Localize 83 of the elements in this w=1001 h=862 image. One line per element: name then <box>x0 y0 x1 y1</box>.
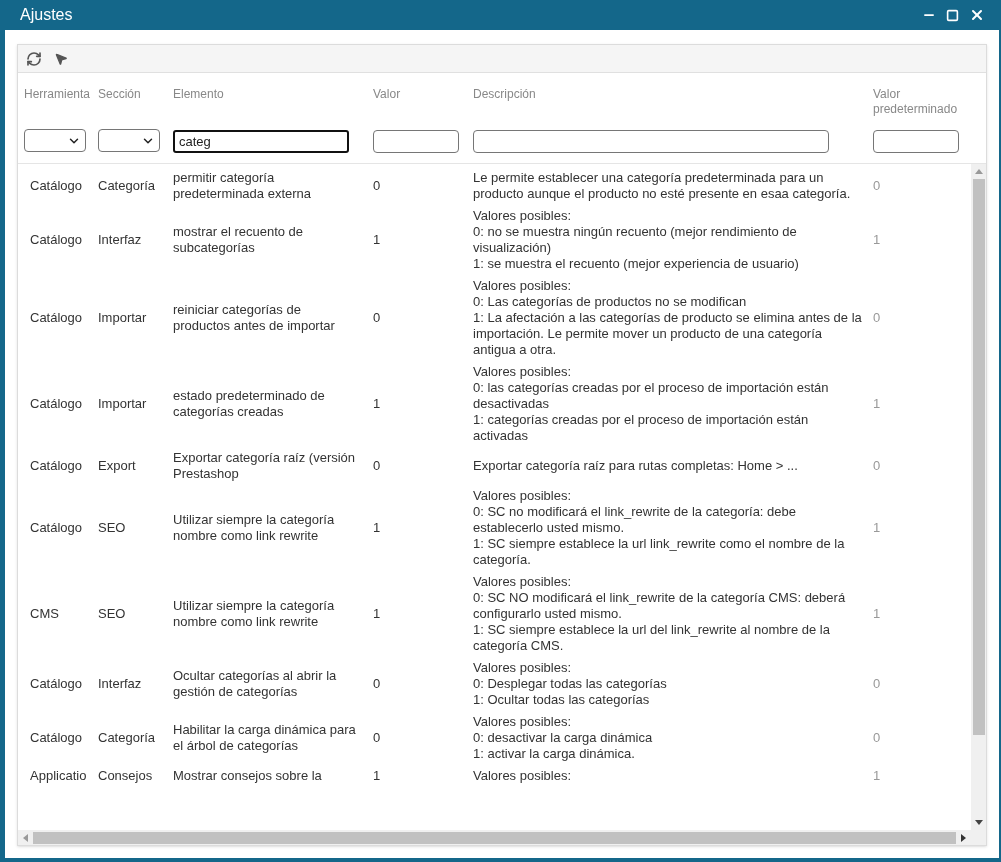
table-cell-text: Categoría <box>98 730 157 746</box>
table-cell-text: 0 <box>373 178 382 194</box>
filter-field[interactable] <box>373 130 459 153</box>
table-cell-text: SEO <box>98 606 127 622</box>
table-cell-text: Valores posibles: 0: Desplegar todas las categorías 1: Ocultar todas las categorías <box>473 660 668 708</box>
table-cell-text: Catálogo <box>29 232 84 248</box>
table-cell-text: Valores posibles: 0: SC NO modificará el link_rewrite de la categoría CMS: deberá configurarlo usted mismo. 1: SC siempre establece la url del link_rewrite al nombre de la categoría CMS. <box>473 574 847 654</box>
table-cell-text: 1 <box>373 232 382 248</box>
table-cell-text: Valores posibles: 0: SC no modificará el link_rewrite de la categoría: debe establecerlo usted mismo. 1: SC siempre establece la url link_rewrite como el nombre de la categoría. <box>473 488 846 568</box>
table-cell-text: Valores posibles: 0: desactivar la carga dinámica 1: activar la carga dinámica. <box>473 714 654 762</box>
table-cell-text: Valores posibles: 0: las categorías creadas por el proceso de importación están desactivadas 1: categorías creadas por el proceso de importación están activadas <box>473 364 830 444</box>
pointer-icon[interactable] <box>54 51 68 66</box>
window-title: Ajustes <box>20 5 73 25</box>
table-cell-text: 0 <box>373 676 382 692</box>
filter-dropdown[interactable] <box>24 129 86 152</box>
table-cell-text: 0 <box>873 178 882 194</box>
table-cell-text: 1 <box>373 520 382 536</box>
column-header[interactable]: Herramienta <box>24 87 91 102</box>
table-cell-text: Utilizar siempre la categoría nombre como link rewrite <box>173 598 336 630</box>
vertical-scrollbar[interactable] <box>971 164 986 830</box>
table-cell-text: Catálogo <box>29 730 84 746</box>
table-cell-text: Le permite establecer una categoría predeterminada para un producto aunque el producto no esté presente en esaa categoría. <box>473 170 852 202</box>
table-cell-text: Mostrar consejos sobre la <box>173 768 323 784</box>
column-header[interactable]: Descripción <box>473 87 536 102</box>
table-cell-text: 1 <box>873 768 882 784</box>
table-cell-text: Consejos <box>98 768 154 784</box>
table-cell-text: Catálogo <box>29 520 84 536</box>
table-cell-text: 1 <box>873 232 882 248</box>
table-cell-text: 0 <box>873 310 882 326</box>
table-cell-text: Catálogo <box>29 458 84 474</box>
table-cell-text: reiniciar categorías de productos antes de importar <box>173 302 336 334</box>
scroll-up-arrow-icon[interactable] <box>974 169 983 174</box>
table-cell-text: Ocultar categorías al abrir la gestión de categorías <box>173 668 338 700</box>
table-cell-text: Applicatio <box>29 768 88 784</box>
table-cell-text: 1 <box>873 606 882 622</box>
refresh-icon[interactable] <box>26 50 42 67</box>
table-cell-text: Habilitar la carga dinámica para el árbol de categorías <box>173 722 357 754</box>
column-header[interactable]: Elemento <box>173 87 224 102</box>
maximize-icon[interactable] <box>946 8 959 22</box>
table-cell-text: 0 <box>373 730 382 746</box>
filter-field[interactable] <box>473 130 829 153</box>
table-cell-text: Importar <box>98 396 148 412</box>
table-cell-text: 0 <box>373 458 382 474</box>
table-cell-text: 1 <box>373 396 382 412</box>
table-cell-text: Exportar categoría raíz para rutas completas: Home > ... <box>473 458 799 474</box>
table-cell-text: Catálogo <box>29 676 84 692</box>
scroll-right-arrow-icon[interactable] <box>961 833 966 842</box>
table-cell-text: Interfaz <box>98 232 143 248</box>
filter-field[interactable]: categ <box>173 130 349 153</box>
table-cell-text: Valores posibles: 0: no se muestra ningún recuento (mejor rendimiento de visualización) 1: se muestra el recuento (mejor experiencia de usuario) <box>473 208 800 272</box>
table-cell-text: permitir categoría predeterminada externa <box>173 170 313 202</box>
column-header[interactable]: Valor predeterminado <box>873 87 960 117</box>
table-cell-text: CMS <box>29 606 60 622</box>
table-cell-text: Categoría <box>98 178 157 194</box>
table-cell-text: Catálogo <box>29 310 84 326</box>
table-cell-text: Importar <box>98 310 148 326</box>
table-cell-text: Export <box>98 458 137 474</box>
table-cell-text: Utilizar siempre la categoría nombre como link rewrite <box>173 512 336 544</box>
horizontal-scrollbar[interactable] <box>18 830 986 845</box>
table-cell-text: 0 <box>373 310 382 326</box>
table-cell-text: Interfaz <box>98 676 143 692</box>
table-cell-text: 1 <box>373 768 382 784</box>
scroll-left-arrow-icon[interactable] <box>23 833 28 842</box>
close-icon[interactable] <box>969 7 985 23</box>
column-header[interactable]: Valor <box>373 87 401 102</box>
table-cell-text: Catálogo <box>29 396 84 412</box>
table-cell-text: 1 <box>873 520 882 536</box>
table-cell-text: 0 <box>873 730 882 746</box>
scroll-down-arrow-icon[interactable] <box>974 820 983 825</box>
filter-field[interactable] <box>873 130 959 153</box>
column-header[interactable]: Sección <box>98 87 141 102</box>
table-cell-text: Valores posibles: 0: Las categorías de productos no se modifican 1: La afectación a las categorías de producto se elimina antes de la importación. Le permite mover un producto de una categoría antigua a otra. <box>473 278 863 358</box>
table-cell-text: 1 <box>873 396 882 412</box>
table-cell-text: Exportar categoría raíz (versión Prestashop <box>173 450 357 482</box>
table-cell-text: Valores posibles: <box>473 768 573 784</box>
table-cell-text: 0 <box>873 676 882 692</box>
filter-dropdown[interactable] <box>98 129 160 152</box>
table-cell-text: estado predeterminado de categorías creadas <box>173 388 326 420</box>
table-cell-text: SEO <box>98 520 127 536</box>
table-cell-text: Catálogo <box>29 178 84 194</box>
table-cell-text: 1 <box>373 606 382 622</box>
table-cell-text: mostrar el recuento de subcategorías <box>173 224 305 256</box>
table-cell-text: 0 <box>873 458 882 474</box>
